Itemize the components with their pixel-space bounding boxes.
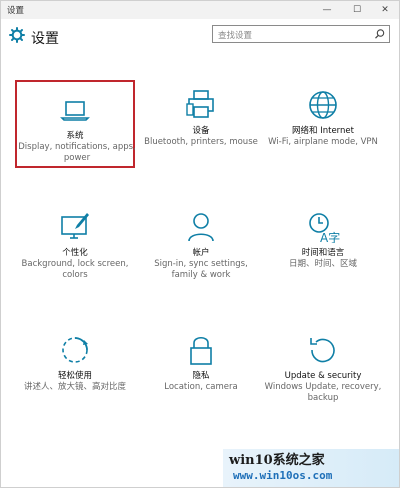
page-title: 设置 (31, 31, 59, 47)
tile-devices[interactable]: 设备 Bluetooth, printers, mouse (141, 89, 261, 177)
tile-privacy[interactable]: 隐私 Location, camera (141, 334, 261, 422)
tile-description: 讲述人、放大镜、高对比度 (23, 382, 126, 392)
search-input[interactable]: 查找设置 (212, 25, 390, 43)
watermark-url: www.win10os.com (233, 469, 333, 482)
tile-name: 个性化 (62, 248, 88, 258)
laptop-icon (60, 101, 90, 121)
settings-window: 设置 — ☐ ✕ 设置 查找设置 系统 Display, notificatio… (0, 0, 400, 488)
tile-name: 隐私 (192, 371, 210, 381)
tile-description: Background, lock screen, colors (21, 259, 129, 280)
tile-name: Update & security (284, 371, 362, 381)
tile-name: 帐户 (192, 248, 210, 258)
minimize-button[interactable]: — (313, 1, 341, 19)
tile-name: 轻松使用 (57, 371, 92, 381)
title-bar: 设置 — ☐ ✕ (1, 1, 399, 19)
globe-icon (309, 91, 337, 119)
tile-description: 日期、时间、区域 (288, 259, 357, 269)
search-placeholder: 查找设置 (218, 31, 253, 41)
ease-of-access-icon (62, 337, 88, 363)
tile-name: 网络和 Internet (292, 126, 354, 136)
tile-ease-of-access[interactable]: 轻松使用 讲述人、放大镜、高对比度 (15, 334, 135, 422)
close-button[interactable]: ✕ (371, 1, 399, 19)
person-icon (188, 213, 214, 242)
tile-network[interactable]: 网络和 Internet Wi-Fi, airplane mode, VPN (263, 89, 383, 177)
tile-time-language[interactable]: A字 时间和语言 日期、时间、区域 (263, 211, 383, 299)
printer-icon (186, 90, 214, 118)
lock-icon (190, 336, 212, 365)
tile-system[interactable]: 系统 Display, notifications, apps, power (15, 80, 136, 168)
tile-name: 时间和语言 (301, 248, 345, 258)
svg-text:A字: A字 (320, 230, 340, 243)
tile-description: Sign-in, sync settings, family & work (154, 259, 248, 280)
tile-description: Bluetooth, printers, mouse (144, 137, 258, 147)
search-icon[interactable] (374, 28, 386, 40)
tile-accounts[interactable]: 帐户 Sign-in, sync settings, family & work (141, 211, 261, 299)
tile-update-security[interactable]: Update & security Windows Update, recove… (263, 334, 383, 422)
watermark-brand: win10系统之家 (229, 453, 325, 468)
tile-description: Location, camera (164, 382, 238, 392)
maximize-button[interactable]: ☐ (343, 1, 371, 19)
refresh-icon (310, 338, 335, 363)
tile-description: Wi-Fi, airplane mode, VPN (268, 137, 378, 147)
window-title: 设置 (7, 6, 25, 16)
paintbrush-monitor-icon (61, 213, 89, 239)
clock-language-icon: A字 (309, 213, 340, 243)
tile-name: 系统 (66, 131, 84, 141)
tile-personalization[interactable]: 个性化 Background, lock screen, colors (15, 211, 135, 299)
tile-name: 设备 (192, 126, 210, 136)
gear-icon (9, 27, 25, 43)
tile-description: Windows Update, recovery, backup (264, 382, 382, 403)
tile-description: Display, notifications, apps, power (18, 142, 136, 163)
